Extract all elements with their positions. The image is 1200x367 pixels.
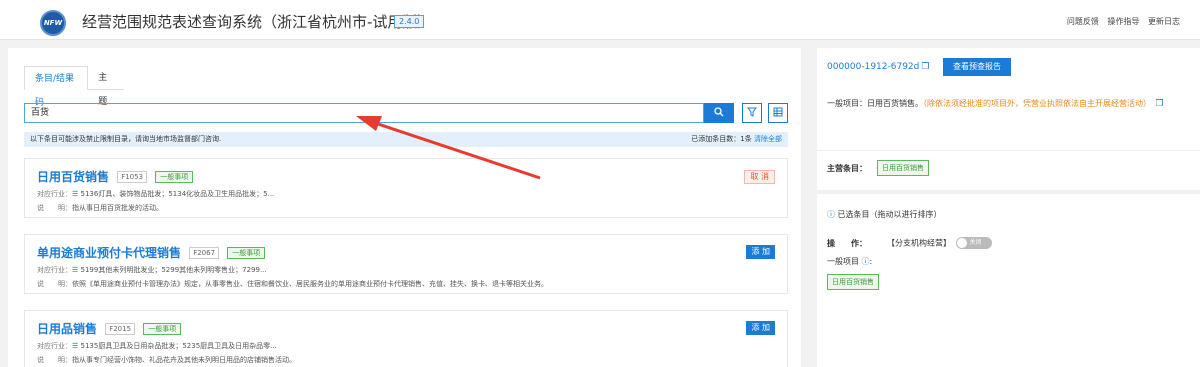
description-value: 依照《单用途商业预付卡管理办法》规定，从事零售业、住宿和餐饮业、居民服务业的单用… <box>72 280 548 288</box>
result-industry: 对应行业：☰ 5199其他未列明批发业；5299其他未列明零售业；7299... <box>37 265 267 275</box>
notice-bar: 以下条目可能涉及禁止限制目录，请询当地市场监督部门咨询. 已添加条目数：1条 清… <box>24 132 788 147</box>
toggle-knob <box>956 238 967 248</box>
feedback-link[interactable]: 问题反馈 <box>1067 17 1099 26</box>
selected-item-tag[interactable]: 日用百货销售 <box>827 274 879 290</box>
operation-value: 【分支机构经营】 <box>891 238 951 248</box>
view-report-button[interactable]: 查看预查报告 <box>943 58 1011 76</box>
result-card: 日用品销售 F2015 一般事项 添 加 对应行业：☰ 5135厨具卫具及日用杂… <box>24 310 788 367</box>
result-description: 说 明：依照《单用途商业预付卡管理办法》规定，从事零售业、住宿和餐饮业、居民服务… <box>37 279 548 289</box>
description-label: 说 明： <box>37 204 72 212</box>
top-links: 问题反馈 操作指导 更新日志 <box>1061 16 1180 27</box>
description-value: 指从事专门经营小饰物、礼品花卉及其他未列明日用品的店铺销售活动。 <box>72 356 296 364</box>
result-description: 说 明：指从事日用百货批发的活动。 <box>37 203 163 213</box>
result-title-text[interactable]: 日用百货销售 <box>37 170 109 184</box>
info-icon: ⓘ <box>827 210 835 219</box>
result-title[interactable]: 单用途商业预付卡代理销售 F2067 一般事项 <box>37 244 266 261</box>
add-button[interactable]: 添 加 <box>746 245 775 259</box>
branch-toggle[interactable]: 关闭 <box>955 237 992 249</box>
filter-button[interactable] <box>742 103 762 123</box>
clear-all-link[interactable]: 清除全部 <box>754 135 782 143</box>
result-title[interactable]: 日用百货销售 F1053 一般事项 <box>37 168 194 185</box>
result-description: 说 明：指从事专门经营小饰物、礼品花卉及其他未列明日用品的店铺销售活动。 <box>37 355 296 365</box>
result-industry: 对应行业：☰ 5135厨具卫具及日用杂品批发；5235厨具卫具及日用杂品零... <box>37 341 277 351</box>
guide-link[interactable]: 操作指导 <box>1107 17 1139 26</box>
toggle-label: 关闭 <box>969 239 982 246</box>
selected-heading: ⓘ 已选条目（拖动以进行排序） <box>827 209 942 220</box>
general-item-label-text: 一般项目 <box>827 257 859 266</box>
grid-icon <box>773 107 783 117</box>
result-industry: 对应行业：☰ 5136灯具、装饰物品批发；5134化妆品及卫生用品批发；5... <box>37 189 274 199</box>
result-card: 日用百货销售 F1053 一般事项 取 消 对应行业：☰ 5136灯具、装饰物品… <box>24 158 788 218</box>
general-items-note: （除依法须经批准的项目外，凭营业执照依法自主开展经营活动） <box>923 99 1151 108</box>
report-panel: 000000-1912-6792d ❐ 查看预查报告 一般项目：日用百货销售。（除… <box>817 48 1200 150</box>
industry-value: 5199其他未列明批发业；5299其他未列明零售业；7299... <box>80 266 267 274</box>
result-card: 单用途商业预付卡代理销售 F2067 一般事项 添 加 对应行业：☰ 5199其… <box>24 234 788 294</box>
main-item-tag: 日用百货销售 <box>877 160 929 176</box>
result-type-tag: 一般事项 <box>155 171 194 183</box>
result-code: F2015 <box>105 323 136 335</box>
top-bar: NFW 经营范围规范表述查询系统（浙江省杭州市-试用版） 2.4.0 问题反馈 … <box>0 0 1200 40</box>
help-icon[interactable]: ⓘ <box>862 257 870 266</box>
tab-topics[interactable]: 主题 <box>88 66 124 107</box>
description-value: 指从事日用百货批发的活动。 <box>72 204 163 212</box>
copy-icon[interactable]: ❐ <box>1156 99 1164 109</box>
search-button[interactable] <box>704 103 734 123</box>
list-icon: ☰ <box>72 342 81 350</box>
search-input[interactable]: 百货 <box>24 103 704 123</box>
report-id: 000000-1912-6792d ❐ <box>827 62 929 72</box>
search-icon <box>714 107 724 117</box>
list-icon: ☰ <box>72 266 81 274</box>
selected-heading-text: 已选条目（拖动以进行排序） <box>837 210 942 219</box>
result-type-tag: 一般事项 <box>227 247 266 259</box>
industry-label: 对应行业： <box>37 342 72 350</box>
grid-view-button[interactable] <box>768 103 788 123</box>
main-item-panel: 主营条目： 日用百货销售 <box>817 150 1200 190</box>
list-icon: ☰ <box>72 190 81 198</box>
operation-label: 操 作： <box>827 238 867 248</box>
copy-icon[interactable]: ❐ <box>921 62 929 72</box>
cancel-button[interactable]: 取 消 <box>744 170 775 184</box>
general-item-label: 一般项目 ⓘ: <box>827 257 873 266</box>
selected-panel: ⓘ 已选条目（拖动以进行排序） 操 作： 【分支机构经营】 关闭 一般项目 ⓘ: … <box>817 194 1200 367</box>
general-items: 一般项目：日用百货销售。（除依法须经批准的项目外，凭营业执照依法自主开展经营活动… <box>827 97 1197 111</box>
add-button[interactable]: 添 加 <box>746 321 775 335</box>
added-count-text: 已添加条目数：1条 <box>691 135 752 143</box>
notice-text: 以下条目可能涉及禁止限制目录，请询当地市场监督部门咨询. <box>30 135 222 143</box>
added-count: 已添加条目数：1条 清除全部 <box>691 132 782 147</box>
report-id-text: 000000-1912-6792d <box>827 62 920 72</box>
description-label: 说 明： <box>37 356 72 364</box>
tab-items[interactable]: 条目/结果码 <box>24 66 89 108</box>
general-items-text: 一般项目：日用百货销售。 <box>827 99 923 108</box>
result-type-tag: 一般事项 <box>143 323 182 335</box>
changelog-link[interactable]: 更新日志 <box>1148 17 1180 26</box>
filter-icon <box>747 107 757 117</box>
result-code: F1053 <box>117 171 148 183</box>
industry-value: 5135厨具卫具及日用杂品批发；5235厨具卫具及日用杂品零... <box>80 342 277 350</box>
operation-row: 操 作： 【分支机构经营】 关闭 <box>827 237 992 249</box>
result-title-text[interactable]: 日用品销售 <box>37 322 97 336</box>
main-item-label: 主营条目： <box>827 164 867 173</box>
description-label: 说 明： <box>37 280 72 288</box>
app-logo: NFW <box>40 10 66 36</box>
industry-value: 5136灯具、装饰物品批发；5134化妆品及卫生用品批发；5... <box>80 190 275 198</box>
result-title[interactable]: 日用品销售 F2015 一般事项 <box>37 320 182 337</box>
version-badge: 2.4.0 <box>394 15 425 28</box>
tab-bar: 条目/结果码 主题 <box>24 66 124 108</box>
app-title: 经营范围规范表述查询系统（浙江省杭州市-试用版） <box>82 13 433 31</box>
search-panel: 条目/结果码 主题 百货 以下条目可能涉及禁止限制目录，请询当地市场监督部门咨询… <box>8 48 801 367</box>
result-code: F2067 <box>189 247 220 259</box>
industry-label: 对应行业： <box>37 266 72 274</box>
result-title-text[interactable]: 单用途商业预付卡代理销售 <box>37 246 181 260</box>
industry-label: 对应行业： <box>37 190 72 198</box>
